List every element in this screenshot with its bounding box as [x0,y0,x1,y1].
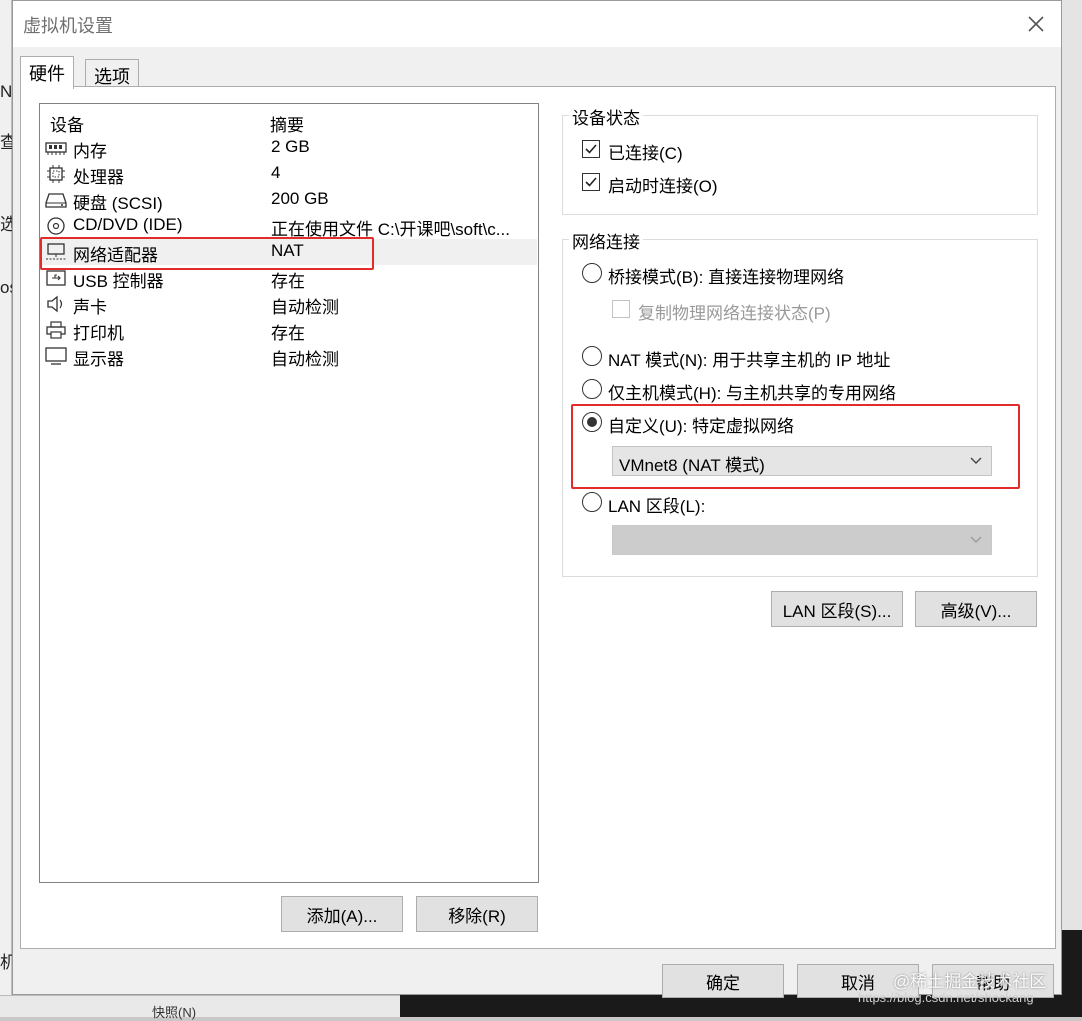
device-name: 显示器 [73,350,124,369]
processor-icon [47,165,65,183]
window-title: 虚拟机设置 [23,16,113,36]
device-name: 声卡 [73,298,107,317]
device-row-processor[interactable]: 处理器 4 [41,161,537,187]
background-app-right-edge [1062,0,1082,1017]
cd-dvd-icon [47,217,65,235]
advanced-button[interactable]: 高级(V)... [915,591,1037,627]
tab-options[interactable]: 选项 [85,59,139,89]
connected-checkbox[interactable] [582,140,600,158]
device-row-display[interactable]: 显示器 自动检测 [41,343,537,369]
remove-device-button[interactable]: 移除(R) [416,896,538,932]
device-summary: 存在 [271,272,305,291]
hard-disk-icon [45,193,67,208]
replicate-state-label[interactable]: 复制物理网络连接状态(P) [638,299,831,324]
device-status-group: 设备状态 [562,104,1038,215]
annotation-highlight-network-adapter [40,237,374,270]
tab-hardware[interactable]: 硬件 [20,56,74,89]
watermark-url: https://blog.csdn.net/shockang [858,990,1034,1005]
background-text-fragment: 机 [0,953,12,972]
printer-icon [46,321,66,339]
device-name: CD/DVD (IDE) [73,215,183,234]
connect-at-power-on-checkbox[interactable] [582,173,600,191]
ok-button[interactable]: 确定 [662,964,784,998]
device-summary: 2 GB [271,137,310,156]
column-header-device[interactable]: 设备 [50,111,84,136]
close-button[interactable] [1021,9,1051,39]
background-text-fragment: 选 [0,215,12,234]
device-name: USB 控制器 [73,272,164,291]
device-name: 打印机 [73,324,124,343]
connected-label[interactable]: 已连接(C) [608,139,683,164]
nat-label[interactable]: NAT 模式(N): 用于共享主机的 IP 地址 [608,346,890,371]
sound-card-icon [47,295,63,313]
device-summary: 自动检测 [271,350,339,369]
host-only-label[interactable]: 仅主机模式(H): 与主机共享的专用网络 [608,379,896,404]
lan-segments-button[interactable]: LAN 区段(S)... [771,591,903,627]
connect-at-power-on-label[interactable]: 启动时连接(O) [608,172,718,197]
device-row-sound-card[interactable]: 声卡 自动检测 [41,291,537,317]
nat-radio[interactable] [582,346,602,366]
title-bar: 虚拟机设置 [13,1,1061,47]
lan-segment-label[interactable]: LAN 区段(L): [608,492,705,517]
display-icon [45,347,67,365]
column-header-summary[interactable]: 摘要 [270,111,304,136]
replicate-state-checkbox[interactable] [612,300,630,318]
background-text-fragment: 查 [0,133,12,152]
device-row-memory[interactable]: 内存 2 GB [41,135,537,161]
add-device-button[interactable]: 添加(A)... [281,896,403,932]
vm-settings-dialog: 虚拟机设置 硬件 选项 设备 摘要 内存 2 GB 处理器 4 硬盘 (SCSI… [12,0,1062,998]
device-row-hard-disk[interactable]: 硬盘 (SCSI) 200 GB [41,187,537,213]
device-row-cd-dvd[interactable]: CD/DVD (IDE) 正在使用文件 C:\开课吧\soft\c... [41,213,537,239]
device-summary: 存在 [271,324,305,343]
background-app-statusbar [0,995,400,1017]
background-text-fragment: N [0,82,12,101]
checkmark-icon [585,144,597,154]
lan-segment-radio[interactable] [582,492,602,512]
device-summary: 200 GB [271,189,329,208]
background-snapshot-label: 快照(N) [152,1005,197,1020]
device-summary: 自动检测 [271,298,339,317]
lan-segment-select[interactable] [612,525,992,555]
host-only-radio[interactable] [582,379,602,399]
network-connection-title: 网络连接 [569,228,643,253]
checkmark-icon [585,177,597,187]
device-name: 处理器 [73,168,124,187]
background-text-fragment: os [0,278,12,297]
device-list[interactable]: 设备 摘要 内存 2 GB 处理器 4 硬盘 (SCSI) 200 GB CD/… [39,103,539,883]
watermark: @稀土掘金技术社区 [893,972,1047,991]
device-name: 内存 [73,142,107,161]
memory-icon [45,142,67,155]
bridged-label[interactable]: 桥接模式(B): 直接连接物理网络 [608,263,844,288]
close-icon [1028,16,1044,32]
annotation-highlight-custom-network [571,404,1020,489]
usb-controller-icon [46,270,66,286]
bridged-radio[interactable] [582,263,602,283]
device-status-title: 设备状态 [569,104,643,129]
chevron-down-icon [970,536,982,543]
device-row-printer[interactable]: 打印机 存在 [41,317,537,343]
device-summary: 4 [271,163,281,182]
device-name: 硬盘 (SCSI) [73,194,163,213]
